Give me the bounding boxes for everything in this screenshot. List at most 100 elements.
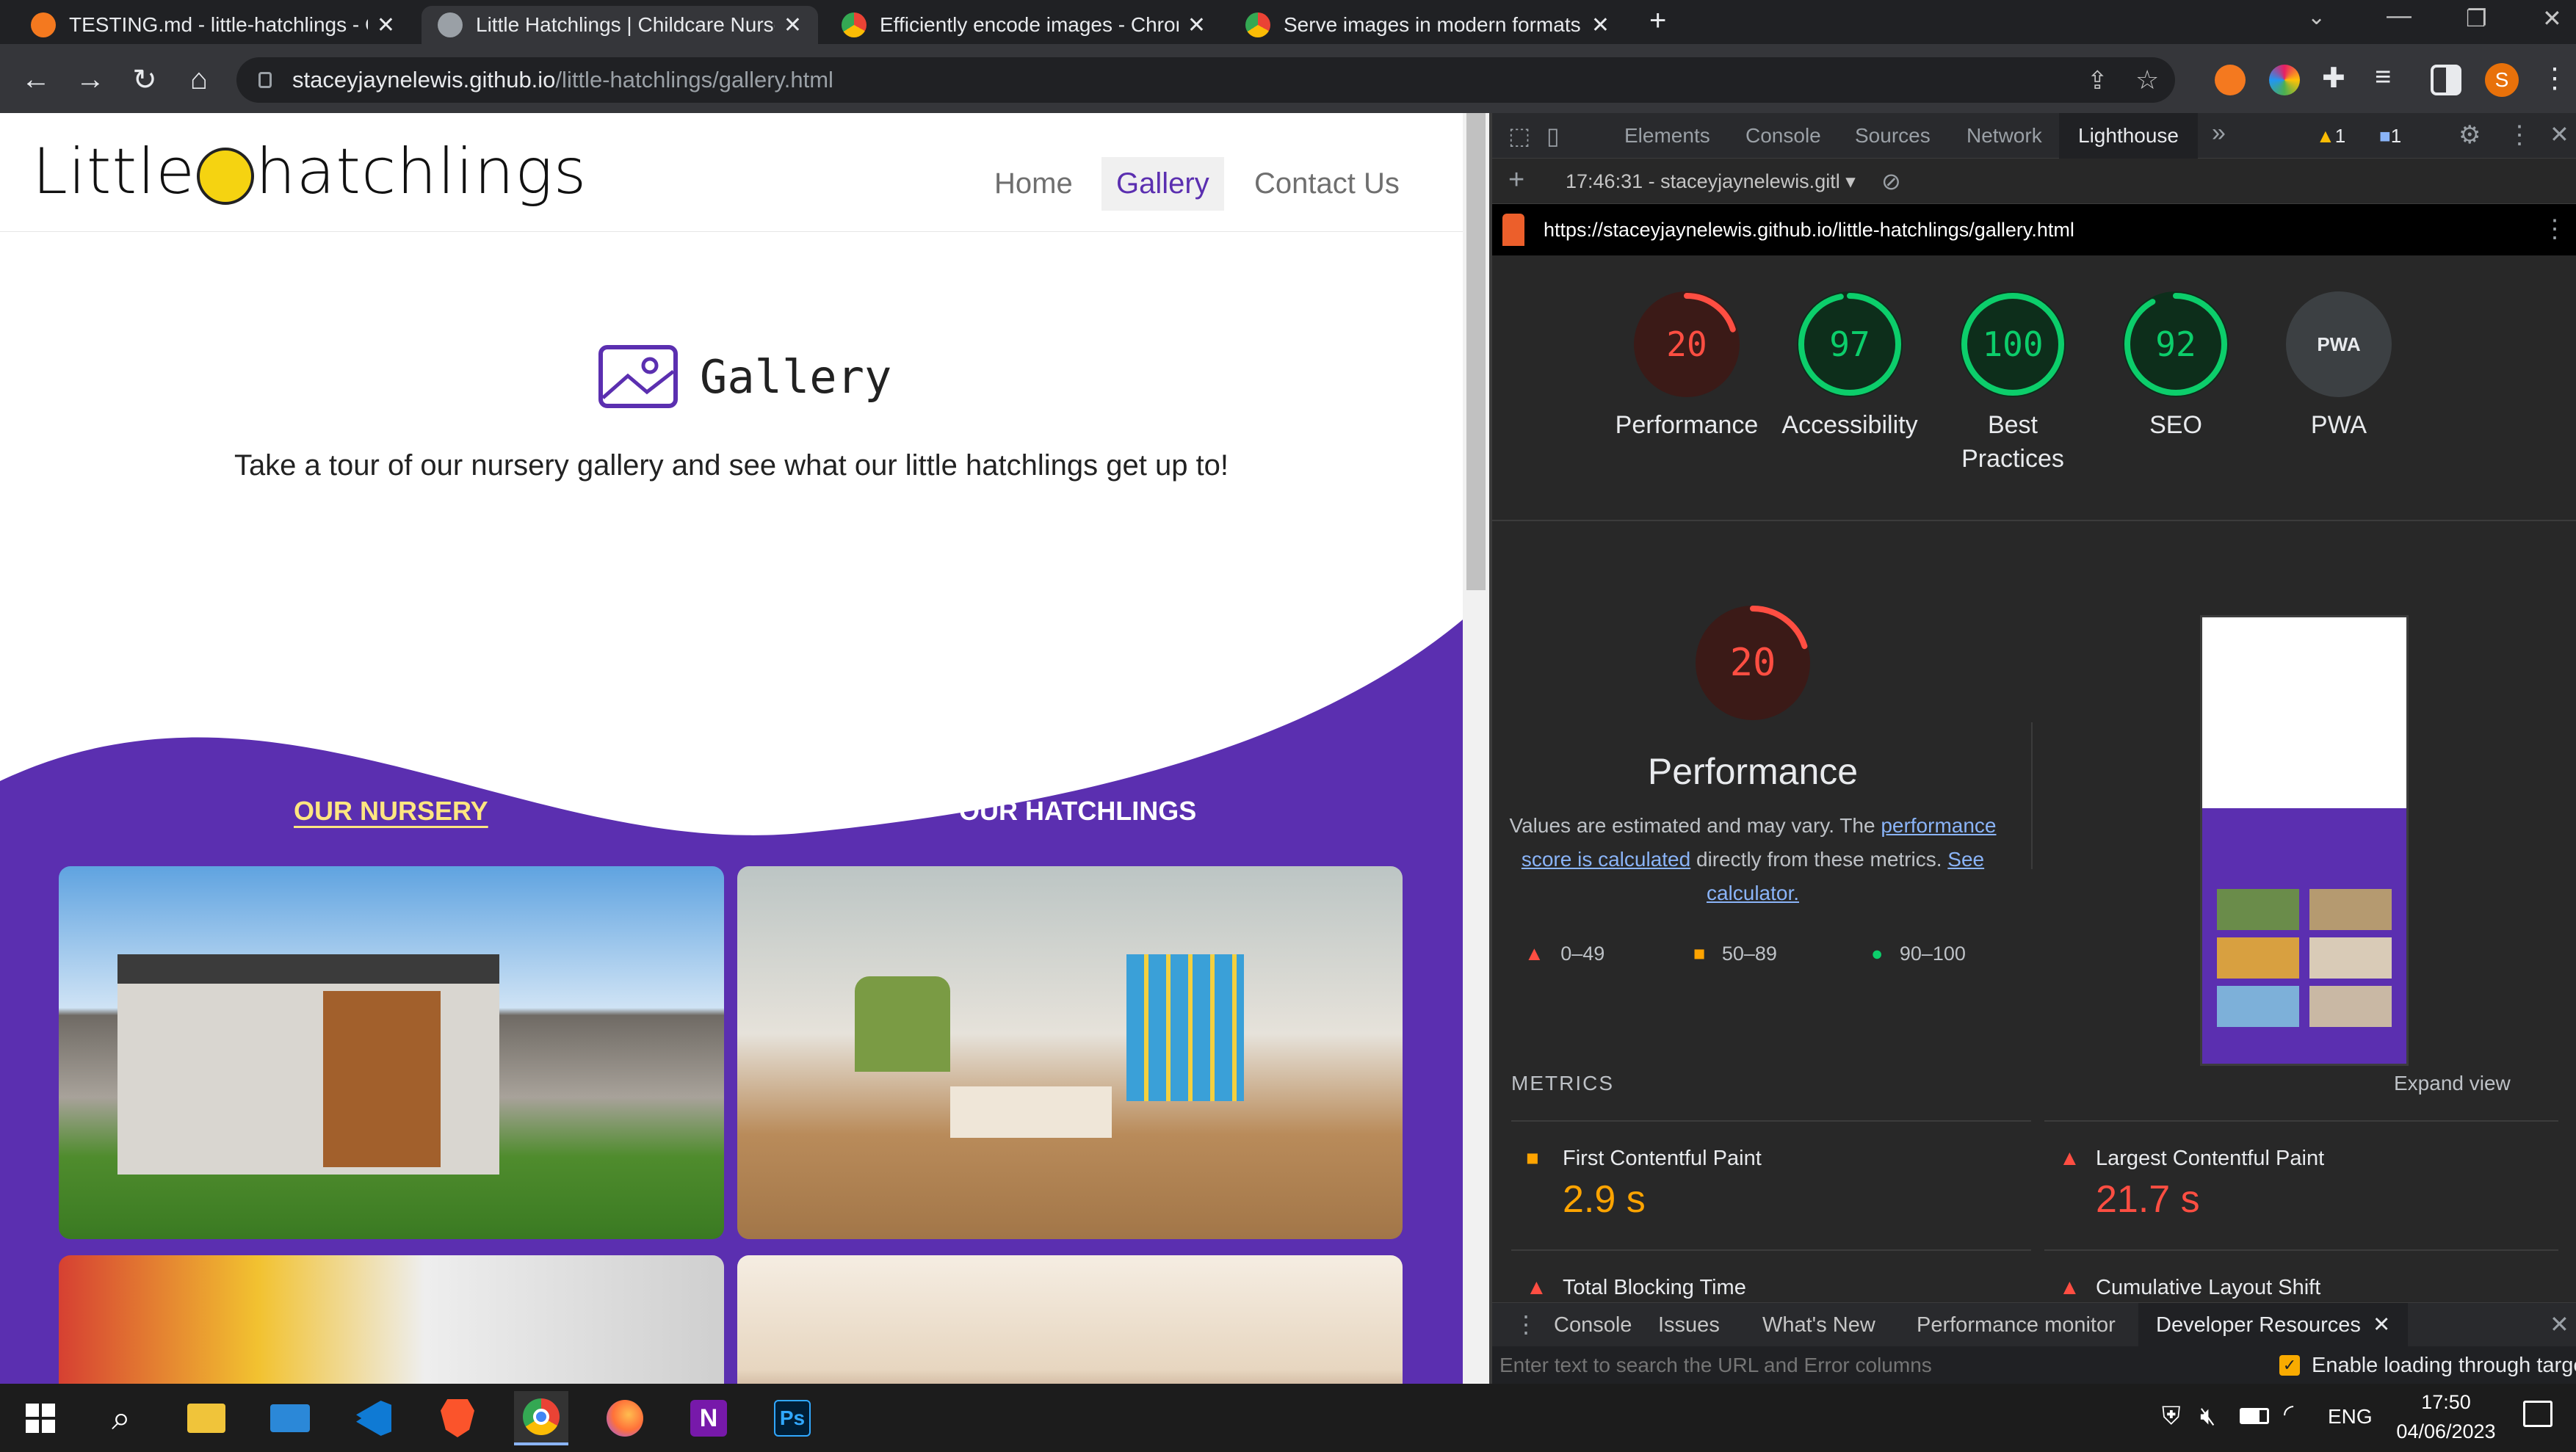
tab-sources[interactable]: Sources [1855,113,1931,159]
devtools-close-icon[interactable]: ✕ [2550,120,2569,148]
browser-tab-serve-images[interactable]: Serve images in modern formats ✕ [1229,6,1626,44]
nav-gallery[interactable]: Gallery [1101,157,1224,211]
score-gauge-pwa[interactable]: PWA [2284,289,2394,399]
chrome-taskbar-icon[interactable] [514,1391,568,1445]
tab-our-nursery[interactable]: OUR NURSERY [294,796,488,827]
legend-fail-range: 0–49 [1560,943,1605,965]
tab-search-chevron-icon[interactable]: ⌄ [2307,4,2326,30]
report-selector[interactable]: 17:46:31 - staceyjaynelewis.gitl ▾ [1566,170,1856,193]
devtools-menu-icon[interactable]: ⋮ [2507,120,2532,150]
share-icon[interactable]: ⇪ [2087,66,2108,95]
tab-elements[interactable]: Elements [1624,113,1710,159]
more-tabs-chevron-icon[interactable]: » [2212,119,2226,148]
close-icon[interactable]: ✕ [1591,12,1610,38]
expand-view-toggle[interactable]: Expand view [2394,1072,2511,1095]
firefox-icon[interactable] [598,1391,652,1445]
brave-browser-icon[interactable] [430,1391,485,1445]
battery-icon[interactable] [2240,1408,2269,1424]
page-screenshot-thumbnail[interactable] [2200,615,2409,1066]
input-language[interactable]: ENG [2328,1405,2373,1429]
close-icon[interactable]: ✕ [2373,1313,2390,1337]
close-icon[interactable]: ✕ [784,12,802,38]
puzzle-extensions-icon[interactable]: ✚ [2322,62,2345,95]
thumb-top [2202,617,2406,838]
photo-nursery-building[interactable] [59,866,724,1239]
address-bar[interactable]: staceyjaynelewis.github.io/little-hatchl… [236,57,2175,103]
nav-home[interactable]: Home [980,157,1088,211]
bookmark-star-icon[interactable]: ☆ [2135,65,2159,95]
window-close-icon[interactable]: ✕ [2542,4,2562,32]
security-shield-icon[interactable]: ⛨ [2162,1402,2181,1431]
kebab-menu-icon[interactable]: ⋮ [2541,62,2569,95]
browser-tab-little-hatchlings[interactable]: Little Hatchlings | Childcare Nurse ✕ [422,6,818,44]
gitpod-favicon-icon [31,12,56,37]
minimize-icon[interactable]: — [2387,1,2412,30]
forward-arrow-icon[interactable]: → [72,63,109,96]
clear-reports-icon[interactable]: ⊘ [1881,167,1901,195]
media-queue-icon[interactable]: ≡ [2375,62,2391,93]
gitpod-extension-icon[interactable] [2215,65,2246,95]
photo-playroom[interactable] [737,866,1403,1239]
drawer-close-icon[interactable]: ✕ [2550,1310,2569,1338]
close-icon[interactable]: ✕ [1187,12,1206,38]
url-error-search-input[interactable] [1499,1352,2293,1379]
photo-slide[interactable] [59,1255,724,1384]
browser-tab-testing[interactable]: TESTING.md - little-hatchlings - G ✕ [15,6,411,44]
messages-badge[interactable]: ■1 [2379,125,2401,148]
drawer-tab-performance-monitor[interactable]: Performance monitor [1917,1303,2116,1347]
warnings-badge[interactable]: ▲1 [2316,125,2345,148]
profile-avatar[interactable]: S [2485,63,2519,97]
tab-console[interactable]: Console [1745,113,1821,159]
new-report-plus-icon[interactable]: + [1508,164,1524,196]
thumb-photo [2217,986,2299,1027]
nav-contact-us[interactable]: Contact Us [1240,157,1414,211]
search-icon[interactable]: ⌕ [94,1391,148,1445]
device-toggle-icon[interactable]: ▯ [1546,122,1560,150]
drawer-menu-icon[interactable]: ⋮ [1514,1310,1538,1338]
note-text-1: Values are estimated and may vary. The [1509,814,1881,837]
metric-value: 21.7 s [2096,1178,2200,1221]
photoshop-icon[interactable]: Ps [765,1391,820,1445]
browser-tab-efficiently-encode[interactable]: Efficiently encode images - Chron ✕ [825,6,1222,44]
onenote-icon[interactable]: N [681,1391,736,1445]
color-extension-icon[interactable] [2269,65,2300,95]
score-gauge-accessibility[interactable]: 97 [1795,289,1905,399]
photo-children-tent[interactable] [737,1255,1403,1384]
mail-icon[interactable] [263,1391,317,1445]
file-explorer-icon[interactable] [179,1391,234,1445]
notifications-icon[interactable] [2523,1401,2553,1427]
inspect-element-icon[interactable]: ⬚ [1508,122,1530,150]
vscode-icon[interactable] [347,1391,401,1445]
score-gauge-performance[interactable]: 20 [1632,289,1742,399]
score-gauge-seo[interactable]: 92 [2121,289,2231,399]
tab-our-hatchlings[interactable]: OUR HATCHLINGS [959,796,1196,827]
gauge-score: 100 [1982,324,2044,364]
wifi-icon[interactable]: ◜ [2284,1399,2293,1429]
settings-gear-icon[interactable]: ⚙ [2459,120,2481,150]
home-icon[interactable]: ⌂ [181,63,217,96]
drawer-tab-issues[interactable]: Issues [1658,1303,1720,1347]
drawer-tab-developer-resources[interactable]: Developer Resources ✕ [2138,1303,2409,1347]
windows-start-icon[interactable] [13,1391,68,1445]
tab-lighthouse[interactable]: Lighthouse [2059,113,2199,159]
volume-muted-icon[interactable]: 🔇︎ [2200,1402,2215,1431]
report-menu-icon[interactable]: ⋮ [2542,214,2567,244]
drawer-tab-whats-new[interactable]: What's New [1762,1303,1875,1347]
restore-icon[interactable]: ❐ [2466,4,2487,32]
enable-loading-checkbox[interactable]: ✓ [2279,1355,2300,1376]
new-tab-plus-icon[interactable]: + [1649,4,1666,37]
drawer-tab-console[interactable]: Console [1554,1303,1632,1347]
tab-network[interactable]: Network [1967,113,2042,159]
page-scrollbar[interactable] [1463,113,1489,1384]
reload-icon[interactable]: ↻ [126,63,163,97]
report-url[interactable]: https://staceyjaynelewis.github.io/littl… [1544,219,2074,242]
play-house [855,976,950,1072]
back-arrow-icon[interactable]: ← [18,63,54,96]
score-gauge-best-practices[interactable]: 100 [1958,289,2068,399]
side-panel-icon[interactable] [2431,65,2461,95]
close-icon[interactable]: ✕ [377,12,395,38]
site-logo[interactable]: Little hatchlings [32,135,587,208]
clock[interactable]: 17:50 04/06/2023 [2391,1387,2501,1446]
website-viewport: Little hatchlings Home Gallery Contact Us… [0,113,1463,1384]
scrollbar-thumb[interactable] [1466,113,1486,590]
